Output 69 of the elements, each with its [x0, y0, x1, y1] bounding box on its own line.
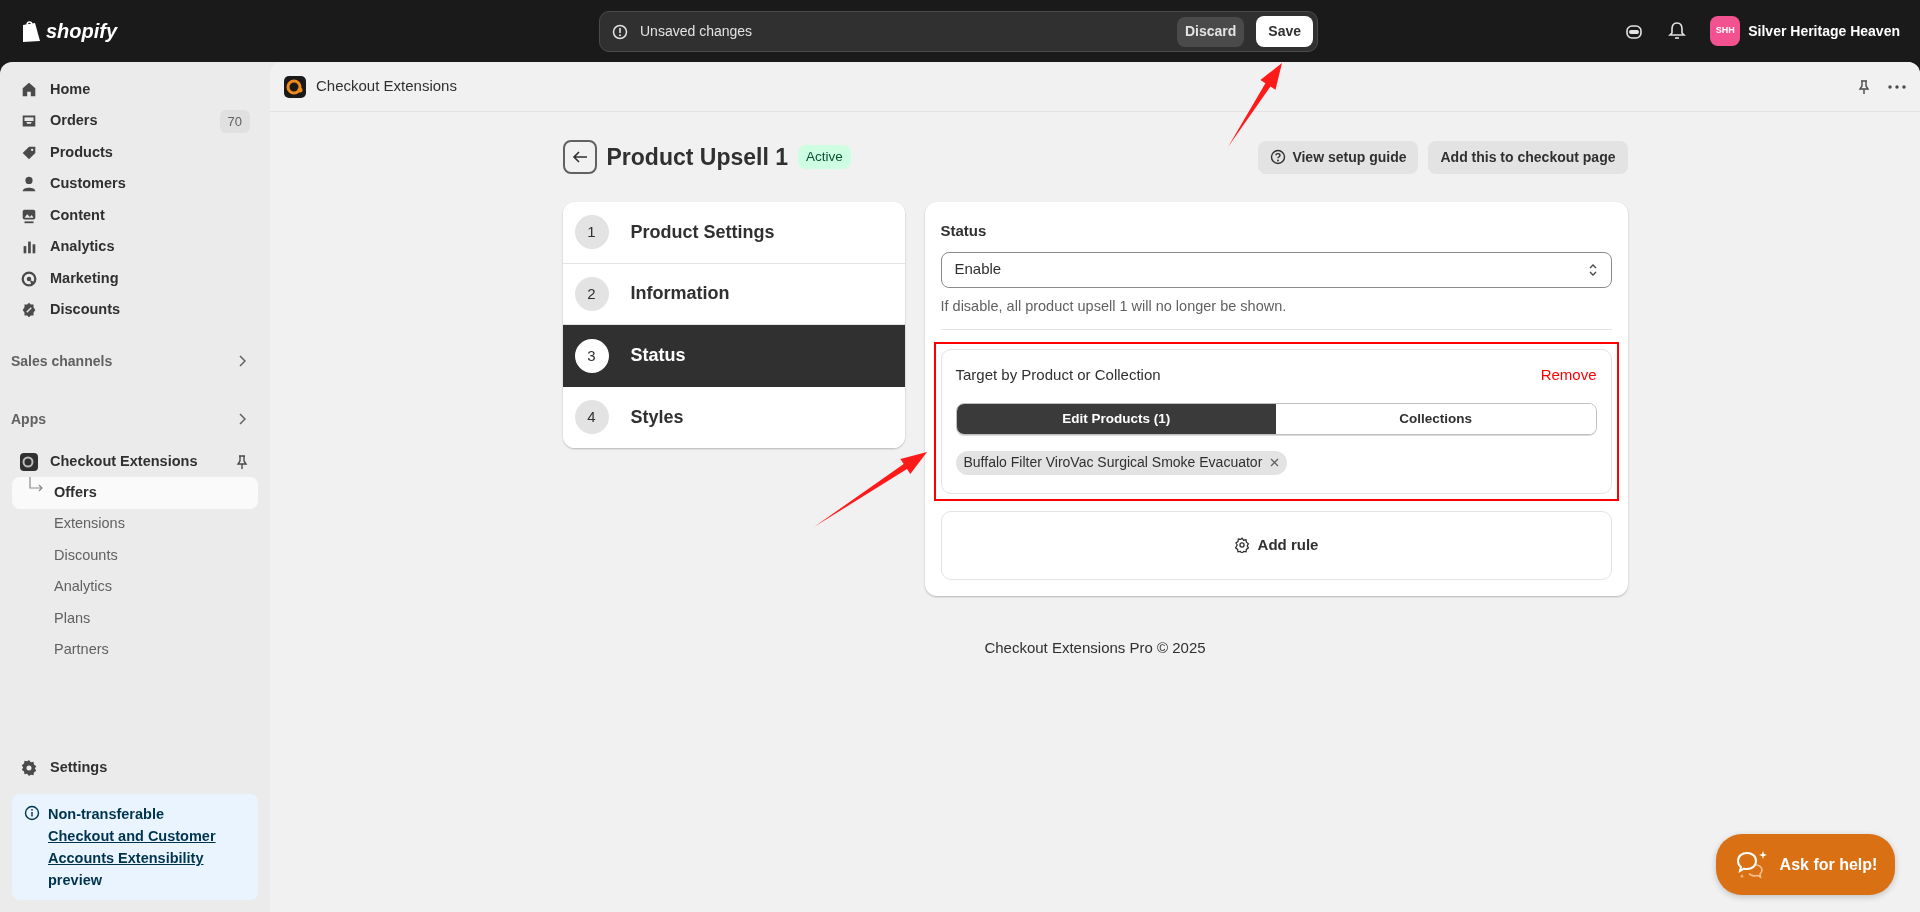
step-number: 3 — [574, 338, 609, 373]
step-number: 2 — [574, 276, 609, 311]
sidebar-section-header[interactable]: Apps — [12, 404, 258, 434]
notice-text: Non-transferable Checkout and Customer Accounts Extensibility preview — [48, 803, 246, 891]
sidebar-item[interactable]: Orders 70 — [12, 105, 258, 137]
rule-title: Target by Product or Collection — [955, 365, 1161, 386]
bell-icon[interactable] — [1668, 21, 1687, 41]
step-item[interactable]: 4 Styles — [562, 386, 905, 448]
app-logo-icon — [20, 452, 38, 471]
sidebar-item[interactable]: Customers — [12, 168, 258, 200]
customers-icon — [20, 175, 38, 194]
app-logo-icon — [284, 75, 306, 98]
settings-icon — [20, 759, 38, 777]
pin-icon[interactable] — [234, 453, 250, 470]
sidebar-item[interactable]: Content — [12, 200, 258, 232]
remove-link[interactable]: Remove — [1540, 364, 1597, 387]
sidebar-item[interactable]: Products — [12, 137, 258, 169]
setup-guide-button[interactable]: View setup guide — [1258, 140, 1419, 174]
back-button[interactable] — [562, 140, 597, 174]
product-tag: Buffalo Filter ViroVac Surgical Smoke Evacuator — [955, 450, 1288, 475]
footer-text: Checkout Extensions Pro © 2025 — [983, 637, 1207, 658]
sidebar-subitem[interactable]: Extensions — [12, 508, 258, 540]
sidebar-subitem[interactable]: Discounts — [12, 540, 258, 572]
rule-tab[interactable]: Edit Products (1) — [956, 403, 1276, 434]
discounts-icon — [20, 301, 38, 320]
sidebar-subitem[interactable]: Offers — [12, 477, 258, 509]
select-arrows-icon — [1587, 262, 1598, 277]
gear-icon — [1233, 537, 1250, 554]
marketing-icon — [20, 269, 38, 288]
logo-text[interactable]: shopify — [46, 16, 118, 46]
sidebar-item[interactable]: Discounts — [12, 294, 258, 326]
chevron-right-icon — [238, 413, 246, 425]
field-label: Status — [940, 221, 988, 241]
chevron-right-icon — [238, 355, 246, 367]
add-to-checkout-button[interactable]: Add this to checkout page — [1428, 140, 1628, 174]
pin-icon[interactable] — [1856, 78, 1872, 95]
sidebar-item[interactable]: Analytics — [12, 231, 258, 263]
sidebar-item[interactable]: Home — [12, 74, 258, 106]
page-title: Product Upsell 1 — [606, 142, 788, 172]
help-text: If disable, all product upsell 1 will no longer be shown. — [940, 296, 1288, 316]
sidebar-item[interactable]: Checkout Extensions — [12, 446, 258, 477]
status-select[interactable]: Enable — [940, 251, 1612, 288]
status-badge: Active — [798, 144, 851, 170]
shopping-bag-icon — [20, 19, 42, 43]
close-icon[interactable] — [1270, 458, 1280, 468]
sidebar-subitem[interactable]: Partners — [12, 634, 258, 666]
step-number: 4 — [574, 400, 609, 435]
store-name[interactable]: Silver Heritage Heaven — [1748, 20, 1900, 42]
sidebar-item[interactable]: Settings — [12, 752, 258, 784]
step-item[interactable]: 3 Status — [562, 325, 905, 387]
help-icon — [1270, 149, 1287, 165]
sidebar-subitem[interactable]: Plans — [12, 603, 258, 635]
step-item[interactable]: 2 Information — [562, 263, 905, 325]
arrow-left-icon — [571, 150, 588, 164]
unsaved-changes-text: Unsaved changes — [640, 22, 754, 41]
home-icon — [20, 80, 38, 99]
step-item[interactable]: 1 Product Settings — [562, 202, 905, 264]
add-rule-button[interactable]: Add rule — [940, 510, 1612, 580]
discard-button[interactable]: Discard — [1176, 16, 1245, 47]
app-title: Checkout Extensions — [316, 76, 457, 97]
sidebar-subitem[interactable]: Analytics — [12, 571, 258, 603]
more-icon[interactable] — [1888, 84, 1906, 89]
sidebar-item[interactable]: Marketing — [12, 263, 258, 295]
save-button[interactable]: Save — [1256, 16, 1313, 47]
sidebar-section-header[interactable]: Sales channels — [12, 346, 258, 376]
step-number: 1 — [574, 215, 609, 250]
alert-icon — [612, 23, 628, 40]
info-icon — [24, 805, 40, 821]
count-badge: 70 — [219, 109, 250, 133]
